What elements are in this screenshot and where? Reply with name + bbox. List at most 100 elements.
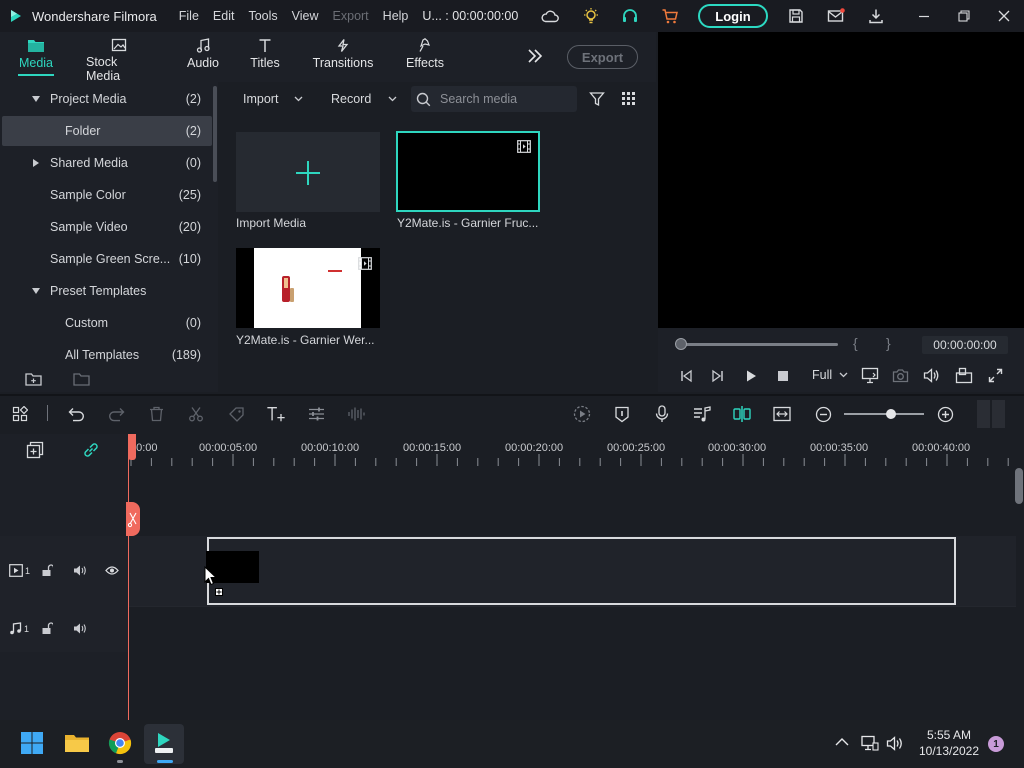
add-text-icon[interactable] — [266, 404, 286, 424]
save-icon[interactable] — [786, 6, 806, 26]
windows-start-icon[interactable] — [15, 726, 49, 760]
playhead-line[interactable] — [128, 434, 129, 720]
link-icon[interactable] — [82, 441, 100, 459]
caret-right-icon[interactable] — [33, 159, 39, 167]
playhead-split-button[interactable] — [126, 502, 140, 536]
audio-track-lane[interactable] — [128, 606, 1016, 652]
sidebar-item-all-templates[interactable]: All Templates (189) — [2, 340, 212, 370]
sidebar-item-shared-media[interactable]: Shared Media (0) — [2, 148, 212, 178]
microphone-icon[interactable] — [652, 404, 672, 424]
record-dropdown[interactable]: Record — [331, 86, 397, 112]
render-preview-icon[interactable] — [572, 404, 592, 424]
cut-scissors-icon[interactable] — [186, 404, 206, 424]
menu-file[interactable]: File — [179, 9, 199, 23]
mail-icon[interactable] — [826, 6, 846, 26]
timeline-scrollbar[interactable] — [1015, 468, 1023, 504]
mark-out-brace[interactable]: } — [886, 335, 891, 351]
marker-shield-icon[interactable] — [612, 404, 632, 424]
sidebar-item-project-media[interactable]: Project Media (2) — [2, 84, 212, 114]
preview-progress-track[interactable] — [680, 343, 838, 346]
playhead-handle[interactable] — [128, 434, 136, 460]
previous-frame-icon[interactable] — [679, 369, 693, 383]
lock-open-icon[interactable] — [41, 564, 53, 577]
volume-icon[interactable] — [923, 368, 940, 383]
chrome-icon[interactable] — [103, 726, 137, 760]
display-settings-icon[interactable] — [861, 367, 879, 384]
timeline-ruler[interactable] — [128, 436, 1016, 470]
sidebar-item-sample-video[interactable]: Sample Video (20) — [2, 212, 212, 242]
menu-tools[interactable]: Tools — [248, 9, 277, 23]
zoom-slider-knob[interactable] — [886, 409, 896, 419]
preview-progress-knob[interactable] — [675, 338, 687, 350]
quality-dropdown[interactable]: Full — [812, 368, 848, 382]
search-box[interactable] — [411, 86, 577, 112]
filmora-taskbar-icon[interactable] — [147, 726, 181, 760]
sidebar-item-sample-color[interactable]: Sample Color (25) — [2, 180, 212, 210]
menu-view[interactable]: View — [292, 9, 319, 23]
add-track-icon[interactable] — [26, 441, 44, 459]
snapshot-camera-icon[interactable] — [892, 368, 909, 383]
delete-icon[interactable] — [146, 404, 166, 424]
zoom-in-icon[interactable] — [935, 404, 955, 424]
undo-icon[interactable] — [66, 404, 86, 424]
more-tabs-chevron-icon[interactable] — [526, 48, 544, 64]
sidebar-scrollbar[interactable] — [213, 86, 217, 182]
tab-titles[interactable]: Titles — [249, 32, 281, 82]
login-button[interactable]: Login — [698, 4, 768, 28]
empty-track-area[interactable] — [128, 470, 1016, 536]
filter-icon[interactable] — [589, 91, 605, 107]
cloud-icon[interactable] — [540, 6, 560, 26]
panel-toggle-icon[interactable] — [977, 400, 1005, 428]
sidebar-item-custom[interactable]: Custom (0) — [2, 308, 212, 338]
close-icon[interactable] — [994, 6, 1014, 26]
lightbulb-icon[interactable] — [581, 6, 601, 26]
tab-audio[interactable]: Audio — [186, 32, 220, 82]
search-input[interactable] — [440, 92, 570, 106]
zoom-slider-track[interactable] — [844, 413, 924, 415]
new-folder-icon[interactable] — [25, 372, 43, 387]
tab-transitions[interactable]: Transitions — [313, 32, 373, 82]
fullscreen-icon[interactable] — [988, 368, 1003, 383]
notification-badge[interactable]: 1 — [988, 736, 1004, 752]
restore-icon[interactable] — [954, 6, 974, 26]
sidebar-item-folder[interactable]: Folder (2) — [2, 116, 212, 146]
download-icon[interactable] — [866, 6, 886, 26]
next-frame-icon[interactable] — [711, 369, 725, 383]
stop-icon[interactable] — [777, 370, 789, 382]
dragged-clip-outline[interactable] — [207, 537, 956, 605]
menu-edit[interactable]: Edit — [213, 9, 235, 23]
system-tray-chevron-icon[interactable] — [835, 737, 849, 747]
grid-view-icon[interactable] — [621, 91, 636, 106]
speaker-icon[interactable] — [73, 622, 87, 635]
network-icon[interactable] — [861, 735, 879, 751]
redo-icon[interactable] — [106, 404, 126, 424]
cart-icon[interactable] — [660, 6, 680, 26]
taskbar-clock[interactable]: 5:55 AM 10/13/2022 — [914, 727, 984, 759]
caret-down-icon[interactable] — [32, 288, 40, 294]
fit-timeline-icon[interactable] — [772, 404, 792, 424]
export-button[interactable]: Export — [567, 45, 638, 69]
sidebar-item-sample-green-screen[interactable]: Sample Green Scre... (10) — [2, 244, 212, 274]
import-media-tile[interactable] — [236, 132, 380, 212]
play-icon[interactable] — [744, 369, 758, 383]
file-explorer-icon[interactable] — [60, 726, 94, 760]
layout-icon[interactable] — [10, 404, 30, 424]
tray-volume-icon[interactable] — [886, 736, 904, 751]
minimize-icon[interactable] — [914, 6, 934, 26]
folder-icon[interactable] — [73, 372, 91, 387]
media-item-video-1[interactable] — [396, 131, 540, 212]
headset-icon[interactable] — [620, 6, 640, 26]
sidebar-item-preset-templates[interactable]: Preset Templates — [2, 276, 212, 306]
adjust-sliders-icon[interactable] — [306, 404, 326, 424]
zoom-out-icon[interactable] — [813, 404, 833, 424]
menu-help[interactable]: Help — [383, 9, 409, 23]
pip-window-icon[interactable] — [955, 367, 973, 384]
media-item-video-2[interactable] — [236, 248, 380, 328]
tab-stock-media[interactable]: Stock Media — [86, 32, 152, 83]
lock-open-icon[interactable] — [41, 622, 53, 635]
tag-icon[interactable] — [226, 404, 246, 424]
tab-media[interactable]: Media — [18, 32, 54, 82]
menu-export[interactable]: Export — [333, 9, 369, 23]
snap-magnet-icon[interactable] — [732, 404, 752, 424]
caret-down-icon[interactable] — [32, 96, 40, 102]
